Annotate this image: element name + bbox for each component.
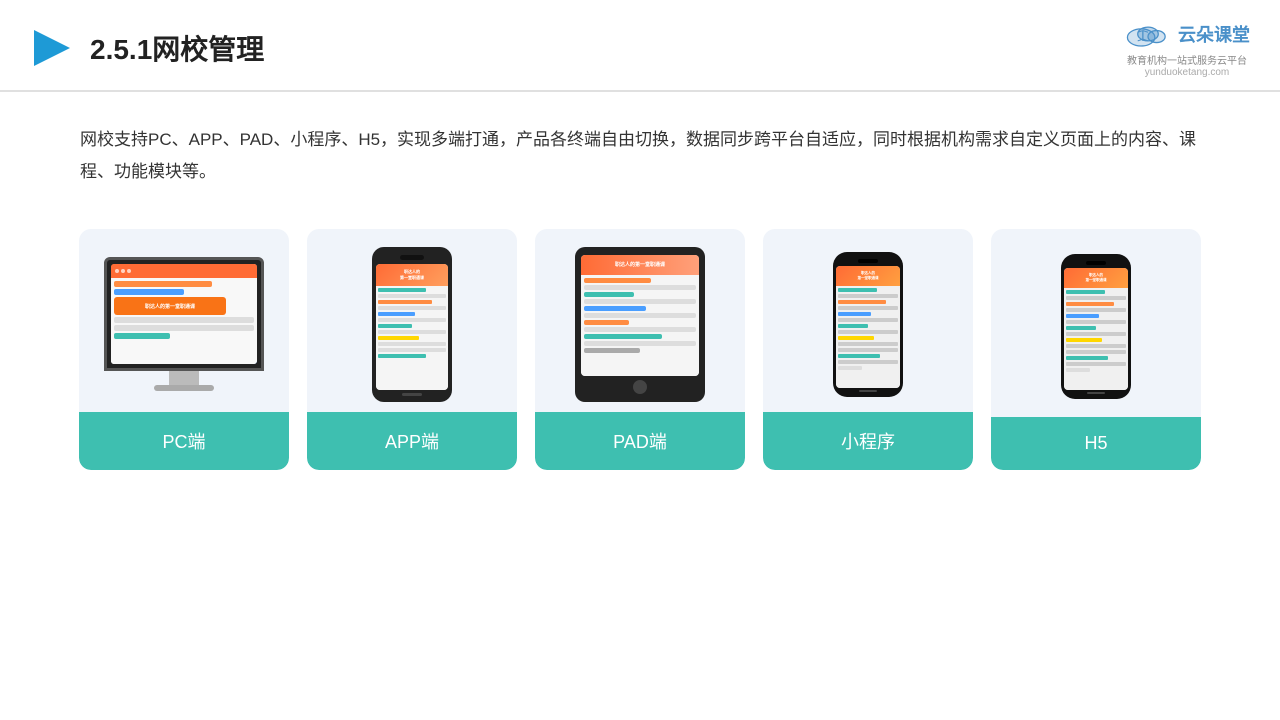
card-label-pad: PAD端 bbox=[535, 412, 745, 470]
card-label-miniapp: 小程序 bbox=[763, 412, 973, 470]
play-icon bbox=[30, 26, 74, 70]
card-app: 职达人的第一堂职通课 bbox=[307, 229, 517, 470]
cloud-logo-icon bbox=[1124, 18, 1172, 50]
miniapp-phone-illustration: 职达人的第一堂职通课 bbox=[833, 252, 903, 397]
pad-tablet-illustration: 职达人的第一堂职通课 bbox=[575, 247, 705, 402]
logo-tagline: 教育机构一站式服务云平台 bbox=[1127, 52, 1247, 67]
logo-url: yunduoketang.com bbox=[1145, 67, 1230, 78]
card-image-pad: 职达人的第一堂职通课 bbox=[535, 229, 745, 412]
card-label-pc: PC端 bbox=[79, 412, 289, 470]
card-image-pc: 职达人的第一堂职通课 bbox=[79, 229, 289, 412]
description-text: 网校支持PC、APP、PAD、小程序、H5，实现多端打通，产品各终端自由切换，数… bbox=[0, 92, 1280, 209]
card-label-app: APP端 bbox=[307, 412, 517, 470]
logo-text: 云朵课堂 bbox=[1178, 21, 1250, 47]
card-pc: 职达人的第一堂职通课 PC端 bbox=[79, 229, 289, 470]
card-miniapp: 职达人的第一堂职通课 bbox=[763, 229, 973, 470]
card-h5: 职达人的第一堂职通课 bbox=[991, 229, 1201, 470]
header: 2.5.1网校管理 云朵课堂 教育机构一站式服务云平台 yunduoketa bbox=[0, 0, 1280, 92]
page-title: 2.5.1网校管理 bbox=[90, 28, 264, 68]
card-image-h5: 职达人的第一堂职通课 bbox=[991, 229, 1201, 417]
card-image-app: 职达人的第一堂职通课 bbox=[307, 229, 517, 412]
logo-cloud: 云朵课堂 bbox=[1124, 18, 1250, 50]
logo-area: 云朵课堂 教育机构一站式服务云平台 yunduoketang.com bbox=[1124, 18, 1250, 78]
pc-monitor-illustration: 职达人的第一堂职通课 bbox=[104, 257, 264, 391]
card-image-miniapp: 职达人的第一堂职通课 bbox=[763, 229, 973, 412]
app-phone-illustration: 职达人的第一堂职通课 bbox=[372, 247, 452, 402]
cards-container: 职达人的第一堂职通课 PC端 bbox=[0, 209, 1280, 490]
card-label-h5: H5 bbox=[991, 417, 1201, 470]
header-left: 2.5.1网校管理 bbox=[30, 26, 264, 70]
h5-phone-illustration: 职达人的第一堂职通课 bbox=[1061, 254, 1131, 399]
card-pad: 职达人的第一堂职通课 bbox=[535, 229, 745, 470]
